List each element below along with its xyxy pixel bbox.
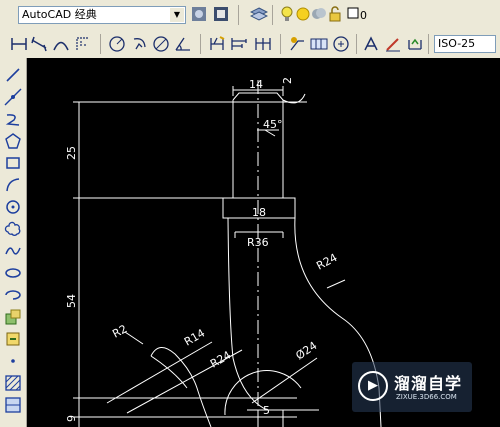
- quick-leader-icon[interactable]: [288, 35, 306, 53]
- dim-text-54: 54: [65, 294, 78, 308]
- dim-style-value: ISO-25: [438, 37, 476, 50]
- workspace-toolbar: AutoCAD 经典 ▼ 0: [0, 0, 500, 31]
- line-icon[interactable]: [3, 66, 23, 86]
- dim-text-45: 45°: [263, 118, 283, 131]
- workspace-toolbar-icon[interactable]: [212, 6, 230, 24]
- dimension-5: [247, 409, 319, 427]
- workspace-value: AutoCAD 经典: [22, 8, 97, 21]
- tolerance-icon[interactable]: [310, 35, 328, 53]
- aligned-dim-icon[interactable]: [30, 35, 48, 53]
- separator: [428, 34, 429, 54]
- dim-edit-icon[interactable]: [362, 35, 380, 53]
- dim-text-r2: R2: [110, 322, 129, 340]
- make-block-icon[interactable]: [3, 330, 23, 350]
- layer-name[interactable]: 0: [360, 9, 367, 22]
- continue-dim-icon[interactable]: [254, 35, 272, 53]
- insert-block-icon[interactable]: [3, 308, 23, 328]
- hatch-icon[interactable]: [3, 374, 23, 394]
- lock-icon[interactable]: [326, 6, 344, 24]
- quick-dim-icon[interactable]: [208, 35, 226, 53]
- dim-text-14: 14: [249, 78, 263, 91]
- separator: [200, 34, 201, 54]
- point-icon[interactable]: [3, 352, 23, 372]
- r24-leader: [326, 279, 346, 289]
- dim-text-2: 2: [281, 77, 294, 84]
- dim-text-5: 5: [263, 404, 270, 417]
- ellipse-icon[interactable]: [3, 264, 23, 284]
- watermark-badge: ▶ 溜溜自学 ZIXUE.3D66.COM: [352, 362, 472, 412]
- separator: [356, 34, 357, 54]
- dim-text-r24-right: R24: [314, 251, 339, 273]
- separator: [100, 34, 101, 54]
- revision-cloud-icon[interactable]: [3, 220, 23, 240]
- dim-text-25: 25: [65, 146, 78, 160]
- center-mark-icon[interactable]: [332, 35, 350, 53]
- arc-icon[interactable]: [3, 176, 23, 196]
- linear-dim-icon[interactable]: [10, 35, 28, 53]
- dim-update-icon[interactable]: [406, 35, 424, 53]
- diameter-dim-icon[interactable]: [152, 35, 170, 53]
- layers-icon[interactable]: [249, 6, 269, 24]
- dim-text-edit-icon[interactable]: [384, 35, 402, 53]
- rectangle-icon[interactable]: [3, 154, 23, 174]
- ordinate-dim-icon[interactable]: [74, 35, 92, 53]
- draw-toolbar: [0, 58, 27, 427]
- separator: [280, 34, 281, 54]
- dim-style-dropdown[interactable]: ISO-25: [434, 35, 496, 53]
- separator: [238, 5, 239, 25]
- ellipse-arc-icon[interactable]: [3, 286, 23, 306]
- jogged-dim-icon[interactable]: [130, 35, 148, 53]
- spline-icon[interactable]: [3, 242, 23, 262]
- r14-dim-line: [106, 341, 213, 404]
- polyline-icon[interactable]: [3, 110, 23, 130]
- gradient-icon[interactable]: [3, 396, 23, 416]
- arc-length-icon[interactable]: [52, 35, 70, 53]
- dim-text-r24-left: R24: [208, 349, 233, 371]
- dim-text-9: 9: [65, 415, 78, 422]
- polygon-icon[interactable]: [3, 132, 23, 152]
- dim-text-18: 18: [252, 206, 266, 219]
- watermark-title: 溜溜自学: [394, 374, 463, 393]
- chevron-down-icon[interactable]: ▼: [170, 8, 184, 22]
- watermark-url: ZIXUE.3D66.COM: [396, 393, 457, 401]
- handle-curve: [150, 347, 212, 427]
- dimension-toolbar: ISO-25: [0, 30, 500, 59]
- separator: [272, 5, 273, 25]
- baseline-dim-icon[interactable]: [230, 35, 248, 53]
- workspace-settings-icon[interactable]: [190, 6, 208, 24]
- play-icon: ▶: [358, 371, 388, 401]
- dim-text-r36: R36: [247, 236, 269, 249]
- phi24-dim-line: [251, 357, 318, 404]
- construction-line-icon[interactable]: [3, 88, 23, 108]
- circle-icon[interactable]: [3, 198, 23, 218]
- workspace-dropdown[interactable]: AutoCAD 经典 ▼: [18, 6, 186, 24]
- radius-dim-icon[interactable]: [108, 35, 126, 53]
- dim-text-r14: R14: [182, 327, 207, 349]
- angular-dim-icon[interactable]: [174, 35, 192, 53]
